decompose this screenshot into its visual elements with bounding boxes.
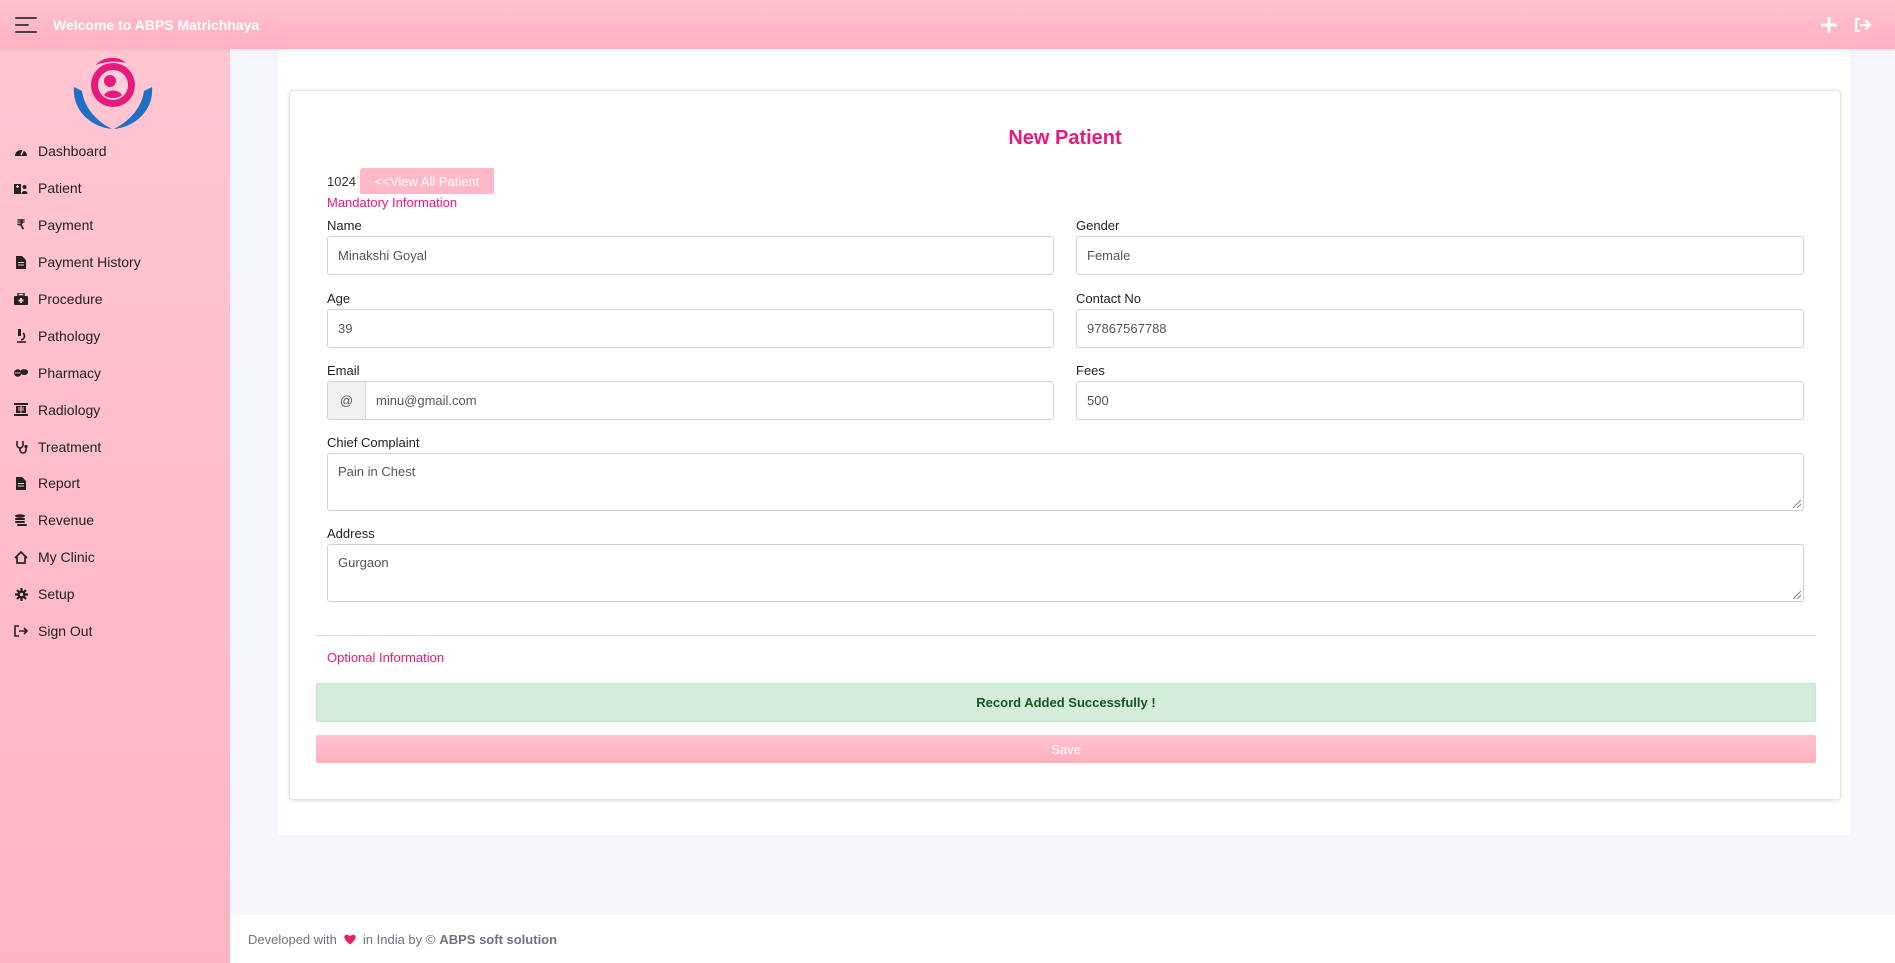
resize-handle-icon[interactable]	[1793, 500, 1801, 508]
name-label: Name	[327, 218, 362, 233]
address-textarea[interactable]: Gurgaon	[327, 544, 1804, 602]
chief-complaint-value: Pain in Chest	[338, 464, 416, 479]
fees-input[interactable]: 500	[1076, 381, 1804, 420]
hamburger-icon[interactable]	[15, 16, 37, 33]
footer-prefix: Developed with	[248, 931, 337, 947]
view-all-patient-button[interactable]: <<View All Patient	[360, 168, 494, 194]
name-input[interactable]: Minakshi Goyal	[327, 236, 1054, 275]
footer: Developed with in India by © ABPS soft s…	[230, 915, 1895, 963]
x-ray-icon	[14, 403, 28, 417]
sidebar-item-label: Sign Out	[38, 623, 93, 640]
hospital-user-icon	[14, 181, 28, 195]
success-alert: Record Added Successfully !	[316, 683, 1816, 722]
page-title: New Patient	[1008, 127, 1122, 149]
age-label: Age	[327, 291, 351, 306]
gender-input[interactable]: Female	[1076, 236, 1804, 275]
sidebar-item-payment-history[interactable]: Payment History	[0, 244, 230, 281]
mandatory-information-title: Mandatory Information	[327, 195, 458, 210]
sidebar-item-label: Setup	[38, 586, 75, 603]
tachometer-icon	[14, 144, 28, 158]
section-divider	[316, 635, 1816, 636]
sidebar-item-label: Procedure	[38, 291, 103, 307]
chief-complaint-label: Chief Complaint	[327, 435, 420, 450]
sidebar-item-payment[interactable]: ₹ Payment	[0, 207, 230, 244]
sign-out-icon	[14, 624, 28, 638]
sidebar-item-revenue[interactable]: Revenue	[0, 502, 230, 539]
email-input[interactable]: minu@gmail.com	[365, 381, 1054, 420]
fees-label: Fees	[1076, 363, 1105, 378]
sidebar-nav: Dashboard Patient ₹ Payment Payment Hist…	[0, 133, 230, 649]
sidebar-item-label: Pathology	[38, 327, 101, 344]
address-label: Address	[327, 526, 375, 541]
sidebar-item-patient[interactable]: Patient	[0, 170, 230, 207]
microscope-icon	[14, 328, 28, 343]
contact-no-label: Contact No	[1076, 291, 1142, 306]
sidebar-item-label: Revenue	[38, 512, 95, 529]
sidebar-item-my-clinic[interactable]: My Clinic	[0, 539, 230, 576]
email-at-addon: @	[327, 381, 365, 420]
sidebar-item-label: Payment History	[38, 254, 141, 271]
new-patient-form: New Patient 1024 <<View All Patient Mand…	[289, 90, 1841, 800]
top-bar: Welcome to ABPS Matrichhaya	[0, 0, 1895, 49]
sidebar-item-setup[interactable]: Setup	[0, 576, 230, 613]
coins-icon	[14, 513, 28, 527]
gear-icon	[14, 587, 28, 601]
medkit-icon	[14, 292, 28, 306]
sidebar-item-treatment[interactable]: Treatment	[0, 428, 230, 465]
footer-brand[interactable]: ABPS soft solution	[439, 932, 557, 947]
sidebar: Dashboard Patient ₹ Payment Payment Hist…	[0, 49, 230, 963]
sidebar-item-pharmacy[interactable]: Pharmacy	[0, 354, 230, 391]
save-button[interactable]: Save	[316, 735, 1816, 763]
gender-label: Gender	[1076, 218, 1120, 233]
heart-icon	[343, 933, 357, 945]
sidebar-item-label: Report	[38, 475, 81, 492]
sidebar-item-dashboard[interactable]: Dashboard	[0, 133, 230, 170]
contact-no-input[interactable]: 97867567788	[1076, 309, 1804, 348]
email-label: Email	[327, 363, 360, 378]
sidebar-item-sign-out[interactable]: Sign Out	[0, 613, 230, 650]
rupee-icon: ₹	[16, 217, 26, 233]
clinic-home-icon	[14, 550, 28, 564]
file-invoice-icon	[14, 255, 28, 269]
sidebar-item-report[interactable]: Report	[0, 465, 230, 502]
sidebar-item-label: Radiology	[38, 401, 101, 418]
sidebar-item-label: Payment	[38, 217, 94, 234]
pills-icon	[14, 366, 28, 380]
sidebar-item-label: Pharmacy	[38, 364, 102, 381]
mother-child-hands-logo	[66, 55, 160, 133]
file-icon	[14, 476, 28, 490]
sidebar-item-procedure[interactable]: Procedure	[0, 281, 230, 318]
chief-complaint-textarea[interactable]: Pain in Chest	[327, 453, 1804, 511]
patient-id: 1024	[327, 174, 356, 189]
sidebar-item-label: Patient	[38, 180, 82, 197]
footer-middle: in India by ©	[362, 931, 436, 947]
sidebar-item-radiology[interactable]: Radiology	[0, 391, 230, 428]
address-value: Gurgaon	[338, 555, 389, 570]
sign-out-icon[interactable]	[1853, 17, 1873, 33]
age-input[interactable]: 39	[327, 309, 1054, 348]
stethoscope-icon	[14, 440, 28, 454]
app-title: Welcome to ABPS Matrichhaya	[53, 16, 260, 33]
sidebar-item-pathology[interactable]: Pathology	[0, 317, 230, 354]
sidebar-item-label: Treatment	[38, 438, 102, 455]
sidebar-item-label: My Clinic	[38, 549, 95, 566]
optional-information-title[interactable]: Optional Information	[327, 650, 444, 665]
plus-icon[interactable]	[1821, 16, 1837, 33]
sidebar-item-label: Dashboard	[38, 143, 107, 160]
resize-handle-icon[interactable]	[1793, 591, 1801, 599]
